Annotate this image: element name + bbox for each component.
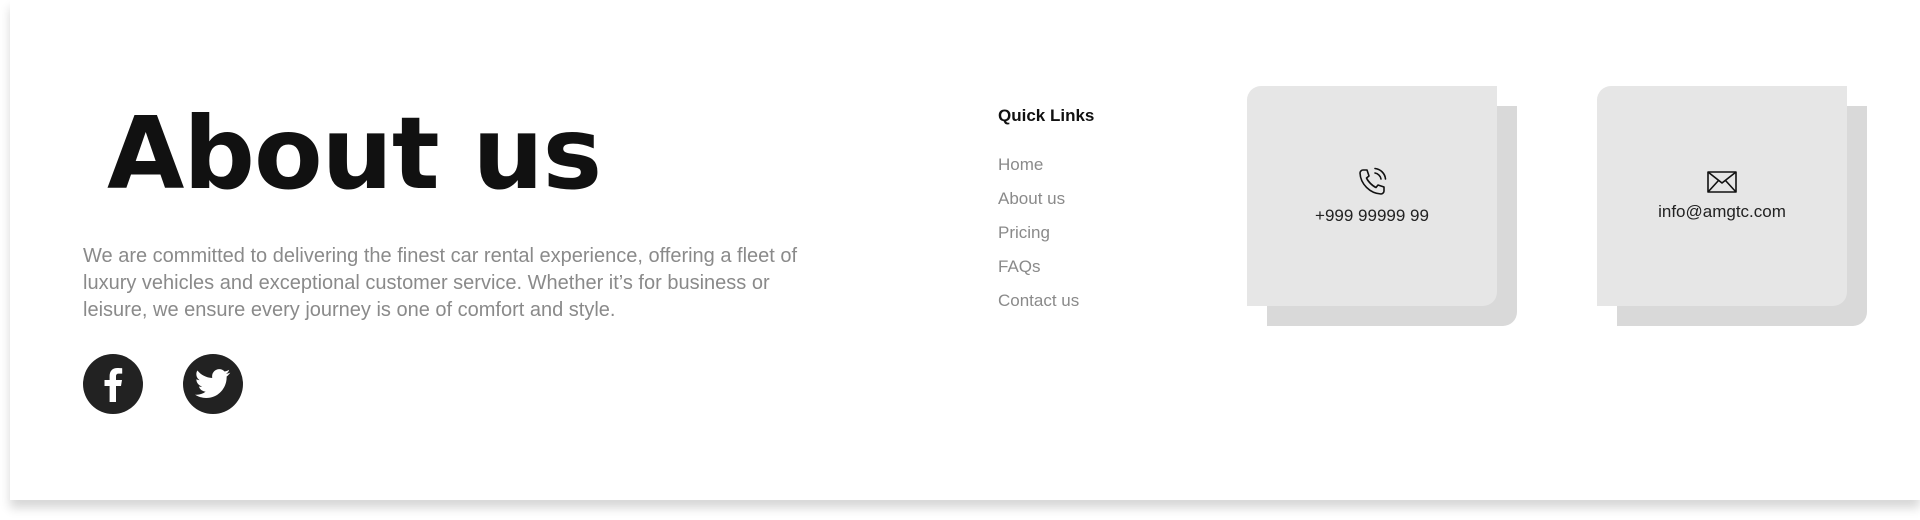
mail-icon xyxy=(1707,171,1737,193)
footer-panel: About us We are committed to delivering … xyxy=(10,0,1920,500)
phone-number: +999 99999 99 xyxy=(1315,206,1429,225)
quick-link-contact-us[interactable]: Contact us xyxy=(998,284,1094,318)
quick-link-about-us[interactable]: About us xyxy=(998,182,1094,216)
quick-link-home[interactable]: Home xyxy=(998,148,1094,182)
about-description: We are committed to delivering the fines… xyxy=(83,245,798,321)
social-links xyxy=(83,354,243,414)
card-face: +999 99999 99 xyxy=(1247,86,1497,306)
card-face: info@amgtc.com xyxy=(1597,86,1847,306)
phone-icon xyxy=(1359,167,1387,195)
phone-card[interactable]: +999 99999 99 xyxy=(1247,86,1517,326)
facebook-icon xyxy=(104,368,123,402)
quick-link-faqs[interactable]: FAQs xyxy=(998,250,1094,284)
twitter-button[interactable] xyxy=(183,354,243,414)
about-title: About us xyxy=(107,95,602,212)
email-address: info@amgtc.com xyxy=(1658,202,1786,221)
quick-links-list: Home About us Pricing FAQs Contact us xyxy=(998,148,1094,318)
quick-links: Quick Links Home About us Pricing FAQs C… xyxy=(998,106,1094,318)
twitter-icon xyxy=(195,369,231,398)
facebook-button[interactable] xyxy=(83,354,143,414)
email-card[interactable]: info@amgtc.com xyxy=(1597,86,1867,326)
quick-link-pricing[interactable]: Pricing xyxy=(998,216,1094,250)
quick-links-title: Quick Links xyxy=(998,106,1095,125)
